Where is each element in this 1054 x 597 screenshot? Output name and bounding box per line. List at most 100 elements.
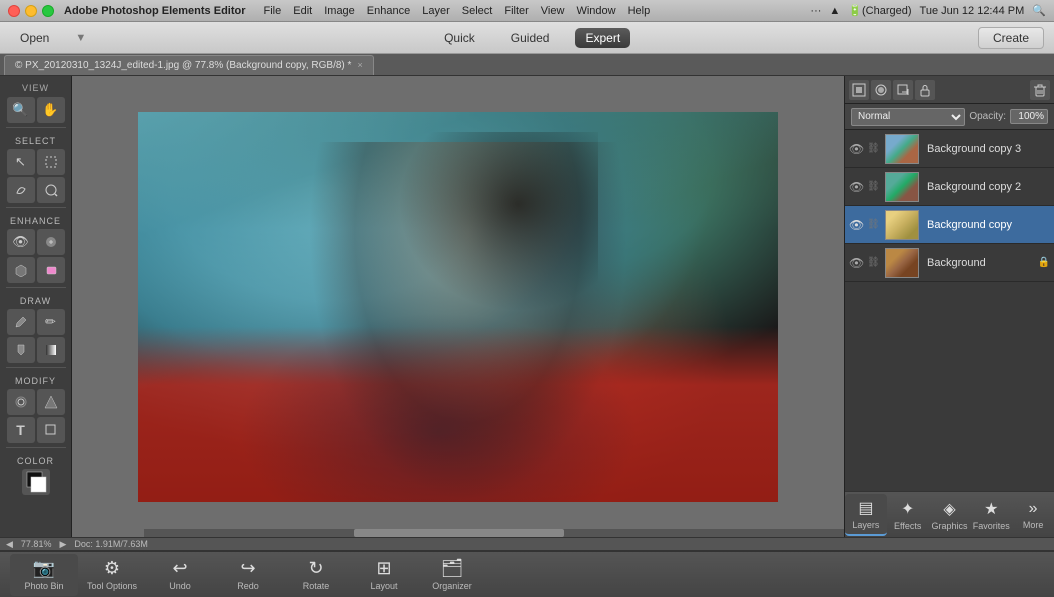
open-button[interactable]: Open bbox=[10, 28, 59, 48]
modify-tools-2: T bbox=[7, 417, 65, 443]
eyedropper-tool[interactable]: 👁 bbox=[7, 229, 35, 255]
menu-filter[interactable]: Filter bbox=[498, 3, 534, 19]
layout-icon: ⊞ bbox=[376, 558, 391, 579]
next-page-button[interactable]: ▶ bbox=[59, 539, 66, 550]
layout-btn[interactable]: ⊞ Layout bbox=[350, 554, 418, 596]
layer-visibility-icon-background[interactable]: 👁 bbox=[849, 256, 863, 270]
delete-layer-icon[interactable] bbox=[1030, 80, 1050, 100]
layer-name-background: Background bbox=[927, 257, 1034, 269]
clone-stamp-tool[interactable] bbox=[7, 257, 35, 283]
shape-tool[interactable] bbox=[37, 417, 65, 443]
blend-opacity-row: Normal Opacity: 100% bbox=[845, 104, 1054, 130]
canvas-background bbox=[138, 112, 778, 502]
zoom-tool[interactable]: 🔍 bbox=[7, 97, 35, 123]
guided-button[interactable]: Guided bbox=[501, 28, 560, 48]
menu-file[interactable]: File bbox=[258, 3, 288, 19]
new-layer-icon[interactable] bbox=[893, 80, 913, 100]
menu-image[interactable]: Image bbox=[318, 3, 361, 19]
close-button[interactable] bbox=[8, 5, 20, 17]
brush-tool[interactable] bbox=[7, 309, 35, 335]
draw-section-label: DRAW bbox=[20, 296, 51, 306]
move-tool[interactable]: ↖ bbox=[7, 149, 35, 175]
favorites-tab-button[interactable]: ★ Favorites bbox=[970, 494, 1012, 536]
photo-bin-btn[interactable]: 📷 Photo Bin bbox=[10, 554, 78, 596]
document-tab[interactable]: © PX_20120310_1324J_edited-1.jpg @ 77.8%… bbox=[4, 55, 374, 75]
type-tool[interactable]: T bbox=[7, 417, 35, 443]
menu-select[interactable]: Select bbox=[456, 3, 499, 19]
layers-tab-label: Layers bbox=[852, 520, 879, 530]
sharpen-tool[interactable] bbox=[37, 389, 65, 415]
minimize-button[interactable] bbox=[25, 5, 37, 17]
layer-chain-icon-bg-copy-2[interactable]: ⛓ bbox=[867, 181, 881, 192]
menubar-datetime: Tue Jun 12 12:44 PM bbox=[920, 5, 1025, 17]
layer-chain-icon-bg-copy-3[interactable]: ⛓ bbox=[867, 143, 881, 154]
modify-tools-1 bbox=[7, 389, 65, 415]
blur-tool[interactable] bbox=[7, 389, 35, 415]
layer-item-bg-copy[interactable]: 👁 ⛓ Background copy bbox=[845, 206, 1054, 244]
graphics-tab-icon: ◈ bbox=[943, 499, 955, 519]
menu-enhance[interactable]: Enhance bbox=[361, 3, 416, 19]
layer-thumbnail-background bbox=[885, 248, 919, 278]
layer-visibility-icon-bg-copy-2[interactable]: 👁 bbox=[849, 180, 863, 194]
tools-divider-4 bbox=[6, 367, 66, 368]
create-button[interactable]: Create bbox=[978, 27, 1044, 49]
effects-tab-button[interactable]: ✦ Effects bbox=[887, 494, 929, 536]
graphics-tab-button[interactable]: ◈ Graphics bbox=[929, 494, 971, 536]
foreground-color[interactable] bbox=[22, 469, 50, 495]
layers-tab-icon: ▤ bbox=[858, 498, 873, 518]
canvas-image[interactable] bbox=[138, 112, 778, 502]
maximize-button[interactable] bbox=[42, 5, 54, 17]
new-layer-from-selection-icon[interactable] bbox=[849, 80, 869, 100]
lasso-tool[interactable] bbox=[7, 177, 35, 203]
redo-icon: ↪ bbox=[240, 558, 255, 579]
paint-bucket-tool[interactable] bbox=[7, 337, 35, 363]
layer-lock-icon: 🔒 bbox=[1038, 257, 1050, 268]
layer-chain-icon-background[interactable]: ⛓ bbox=[867, 257, 881, 268]
menubar-battery: 🔋(Charged) bbox=[848, 4, 911, 17]
more-tab-label: More bbox=[1023, 520, 1044, 530]
bottom-toolbar: 📷 Photo Bin ⚙ Tool Options ↩ Undo ↪ Redo… bbox=[0, 551, 1054, 597]
create-clipping-mask-icon[interactable] bbox=[871, 80, 891, 100]
canvas-scrollbar-h[interactable] bbox=[144, 529, 844, 537]
lock-icon[interactable] bbox=[915, 80, 935, 100]
eraser-tool[interactable] bbox=[37, 257, 65, 283]
menubar-status: ··· bbox=[810, 5, 821, 17]
scrollbar-thumb-h[interactable] bbox=[354, 529, 564, 537]
tab-close-button[interactable]: × bbox=[357, 60, 362, 70]
prev-page-button[interactable]: ◀ bbox=[6, 539, 13, 550]
pencil-tool[interactable]: ✏ bbox=[37, 309, 65, 335]
redo-btn[interactable]: ↪ Redo bbox=[214, 554, 282, 596]
organizer-btn[interactable]: 🗂 Organizer bbox=[418, 554, 486, 596]
layer-chain-icon-bg-copy[interactable]: ⛓ bbox=[867, 219, 881, 230]
layer-item-bg-copy-3[interactable]: 👁 ⛓ Background copy 3 bbox=[845, 130, 1054, 168]
expert-button[interactable]: Expert bbox=[575, 28, 630, 48]
opacity-value[interactable]: 100% bbox=[1010, 109, 1048, 124]
rotate-btn[interactable]: ↻ Rotate bbox=[282, 554, 350, 596]
gradient-tool[interactable] bbox=[37, 337, 65, 363]
draw-tools-2 bbox=[7, 337, 65, 363]
quick-button[interactable]: Quick bbox=[434, 28, 485, 48]
tool-options-btn[interactable]: ⚙ Tool Options bbox=[78, 554, 146, 596]
more-tab-button[interactable]: » More bbox=[1012, 494, 1054, 536]
menu-help[interactable]: Help bbox=[622, 3, 657, 19]
layer-item-bg-copy-2[interactable]: 👁 ⛓ Background copy 2 bbox=[845, 168, 1054, 206]
hand-tool[interactable]: ✋ bbox=[37, 97, 65, 123]
quick-selection-tool[interactable] bbox=[37, 177, 65, 203]
open-arrow-icon[interactable]: ▼ bbox=[75, 32, 86, 44]
layers-tab-button[interactable]: ▤ Layers bbox=[845, 494, 887, 536]
menu-edit[interactable]: Edit bbox=[287, 3, 318, 19]
menu-window[interactable]: Window bbox=[570, 3, 621, 19]
canvas-area bbox=[72, 76, 844, 537]
draw-tools-1: ✏ bbox=[7, 309, 65, 335]
layer-visibility-icon-bg-copy-3[interactable]: 👁 bbox=[849, 142, 863, 156]
blend-mode-select[interactable]: Normal bbox=[851, 108, 965, 126]
spot-heal-tool[interactable] bbox=[37, 229, 65, 255]
marquee-tool[interactable] bbox=[37, 149, 65, 175]
menubar-search-icon[interactable]: 🔍 bbox=[1032, 4, 1046, 17]
layer-visibility-icon-bg-copy[interactable]: 👁 bbox=[849, 218, 863, 232]
undo-btn[interactable]: ↩ Undo bbox=[146, 554, 214, 596]
menu-view[interactable]: View bbox=[535, 3, 571, 19]
layer-item-background[interactable]: 👁 ⛓ Background 🔒 bbox=[845, 244, 1054, 282]
menu-layer[interactable]: Layer bbox=[416, 3, 456, 19]
layers-icon-toolbar bbox=[845, 76, 1054, 104]
